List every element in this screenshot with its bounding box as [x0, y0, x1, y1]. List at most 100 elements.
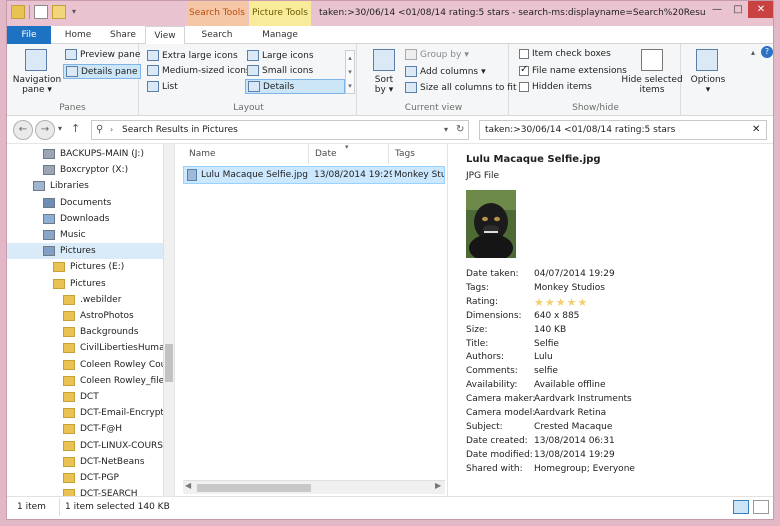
- sidebar-item-folder-dct-search[interactable]: DCT-SEARCH: [7, 486, 174, 496]
- star-icon[interactable]: ★: [545, 296, 555, 309]
- large-icons-view-toggle-icon[interactable]: [753, 500, 769, 514]
- options-button[interactable]: Options ▾: [683, 75, 733, 95]
- preview-pane-button[interactable]: Preview pane: [65, 49, 140, 60]
- sidebar-item-folder-dct-email-encryption[interactable]: DCT-Email-Encryptio: [7, 405, 174, 421]
- star-icon[interactable]: ★: [578, 296, 588, 309]
- clear-search-icon[interactable]: ✕: [752, 124, 760, 135]
- star-icon[interactable]: ★: [567, 296, 577, 309]
- up-arrow-icon[interactable]: ↑: [71, 122, 80, 135]
- sidebar-item-folder-dct-fah[interactable]: DCT-F@H: [7, 421, 174, 437]
- refresh-icon[interactable]: ↻: [456, 124, 464, 135]
- sidebar-item-library-pictures[interactable]: Pictures: [7, 243, 174, 260]
- sidebar-item-libraries[interactable]: Libraries: [7, 178, 174, 194]
- customize-toolbar-icon[interactable]: ▾: [70, 5, 78, 19]
- properties-icon[interactable]: [34, 5, 48, 19]
- property-value[interactable]: Crested Macaque: [534, 422, 612, 432]
- help-icon[interactable]: ?: [761, 46, 773, 58]
- sort-by-button[interactable]: Sort by ▾: [361, 75, 407, 95]
- hide-selected-items-button[interactable]: Hide selected items: [619, 75, 685, 95]
- large-icons-button[interactable]: Large icons: [247, 50, 314, 61]
- hidden-items-checkbox[interactable]: [519, 82, 529, 92]
- column-header-tags[interactable]: Tags: [389, 144, 445, 164]
- sidebar-item-folder-backgrounds[interactable]: Backgrounds: [7, 324, 174, 340]
- sidebar-item-drive-boxcryptor[interactable]: Boxcryptor (X:): [7, 162, 174, 178]
- star-icon[interactable]: ★: [534, 296, 544, 309]
- star-icon[interactable]: ★: [556, 296, 566, 309]
- rating-stars[interactable]: ★ ★ ★ ★ ★: [534, 296, 587, 309]
- vertical-scrollbar[interactable]: [163, 144, 174, 496]
- library-icon: [43, 213, 55, 224]
- close-button[interactable]: ✕: [748, 1, 773, 18]
- sidebar-item-library-music[interactable]: Music: [7, 227, 174, 243]
- file-name-extensions-checkbox[interactable]: [519, 64, 529, 76]
- property-value[interactable]: Aardvark Instruments: [534, 394, 632, 404]
- sidebar-item-folder-pictures-e[interactable]: Pictures (E:): [7, 259, 174, 275]
- sidebar-item-folder-civilliberties[interactable]: CivilLibertiesHumanR: [7, 340, 174, 356]
- recent-locations-icon[interactable]: ▾: [58, 124, 62, 133]
- back-button[interactable]: ←: [13, 120, 33, 140]
- file-name-extensions-toggle[interactable]: File name extensions: [519, 64, 627, 76]
- sidebar-item-folder-astrophotos[interactable]: AstroPhotos: [7, 308, 174, 324]
- property-value[interactable]: 13/08/2014 19:29: [534, 450, 615, 460]
- sidebar-item-folder-pictures[interactable]: Pictures: [7, 276, 174, 292]
- tab-share[interactable]: Share: [101, 26, 145, 44]
- tab-view[interactable]: View: [145, 26, 185, 45]
- sidebar-item-folder-dct-linux-course[interactable]: DCT-LINUX-COURSE: [7, 438, 174, 454]
- size-all-columns-button[interactable]: Size all columns to fit: [405, 82, 517, 93]
- sidebar-item-folder-coleen-rowley-files[interactable]: Coleen Rowley_files: [7, 373, 174, 389]
- folder-icon[interactable]: [11, 5, 25, 19]
- sidebar-item-folder-dct[interactable]: DCT: [7, 389, 174, 405]
- property-value[interactable]: Selfie: [534, 339, 559, 349]
- details-view-button[interactable]: Details: [245, 79, 345, 94]
- property-value[interactable]: selfie: [534, 366, 558, 376]
- scroll-right-icon[interactable]: ▶: [435, 481, 441, 490]
- small-icons-button[interactable]: Small icons: [247, 65, 313, 76]
- scroll-left-icon[interactable]: ◀: [185, 481, 191, 490]
- add-columns-button[interactable]: Add columns ▾: [405, 66, 486, 77]
- tab-file[interactable]: File: [7, 26, 51, 44]
- maximize-button[interactable]: □: [728, 1, 748, 18]
- column-header-name[interactable]: Name: [183, 144, 309, 164]
- minimize-button[interactable]: —: [707, 1, 727, 18]
- sidebar-item-library-downloads[interactable]: Downloads: [7, 211, 174, 227]
- property-value[interactable]: Homegroup; Everyone: [534, 464, 635, 474]
- extra-large-icons-button[interactable]: Extra large icons: [147, 50, 238, 61]
- property-value[interactable]: 140 KB: [534, 325, 566, 335]
- sidebar-item-library-documents[interactable]: Documents: [7, 195, 174, 211]
- layout-gallery-scroll[interactable]: ▴ ▾ ▾: [345, 50, 355, 94]
- tab-manage[interactable]: Manage: [253, 26, 307, 44]
- table-row[interactable]: Lulu Macaque Selfie.jpg 13/08/2014 19:29…: [183, 166, 445, 184]
- sidebar-item-drive-backups-main[interactable]: BACKUPS-MAIN (J:): [7, 146, 174, 162]
- search-input[interactable]: taken:>30/06/14 <01/08/14 rating:5 stars…: [479, 120, 767, 140]
- group-by-button[interactable]: Group by ▾: [405, 49, 469, 60]
- property-value[interactable]: Available offline: [534, 380, 606, 390]
- property-value[interactable]: 640 x 885: [534, 311, 579, 321]
- tab-home[interactable]: Home: [55, 26, 101, 44]
- sidebar-item-folder-coleen-rowley-could[interactable]: Coleen Rowley Could: [7, 357, 174, 373]
- column-header-date[interactable]: Date ▾: [309, 144, 389, 164]
- property-value[interactable]: Lulu: [534, 352, 553, 362]
- forward-button[interactable]: →: [35, 120, 55, 140]
- sidebar-item-folder-dct-netbeans[interactable]: DCT-NetBeans: [7, 454, 174, 470]
- address-bar[interactable]: ⚲ › Search Results in Pictures ▾ ↻: [91, 120, 469, 140]
- sidebar-item-folder-webilder[interactable]: .webilder: [7, 292, 174, 308]
- details-view-toggle-icon[interactable]: [733, 500, 749, 514]
- details-pane-button[interactable]: Details pane: [63, 64, 141, 79]
- item-check-boxes-toggle[interactable]: Item check boxes: [519, 49, 611, 59]
- hidden-items-toggle[interactable]: Hidden items: [519, 82, 592, 92]
- scrollbar-thumb[interactable]: [165, 344, 173, 382]
- property-value[interactable]: 04/07/2014 19:29: [534, 269, 615, 279]
- horizontal-scrollbar[interactable]: ◀ ▶: [183, 480, 445, 494]
- property-value[interactable]: Aardvark Retina: [534, 408, 606, 418]
- property-value[interactable]: Monkey Studios: [534, 283, 605, 293]
- navigation-pane-button[interactable]: Navigation pane ▾: [9, 75, 65, 95]
- property-value[interactable]: 13/08/2014 06:31: [534, 436, 615, 446]
- chevron-down-icon[interactable]: ▾: [444, 125, 448, 134]
- scrollbar-thumb[interactable]: [197, 484, 311, 492]
- item-check-boxes-checkbox[interactable]: [519, 49, 529, 59]
- tab-search[interactable]: Search: [193, 26, 241, 44]
- new-folder-icon[interactable]: [52, 5, 66, 19]
- medium-icons-button[interactable]: Medium-sized icons: [147, 65, 251, 76]
- sidebar-item-folder-dct-pgp[interactable]: DCT-PGP: [7, 470, 174, 486]
- list-button[interactable]: List: [147, 81, 178, 92]
